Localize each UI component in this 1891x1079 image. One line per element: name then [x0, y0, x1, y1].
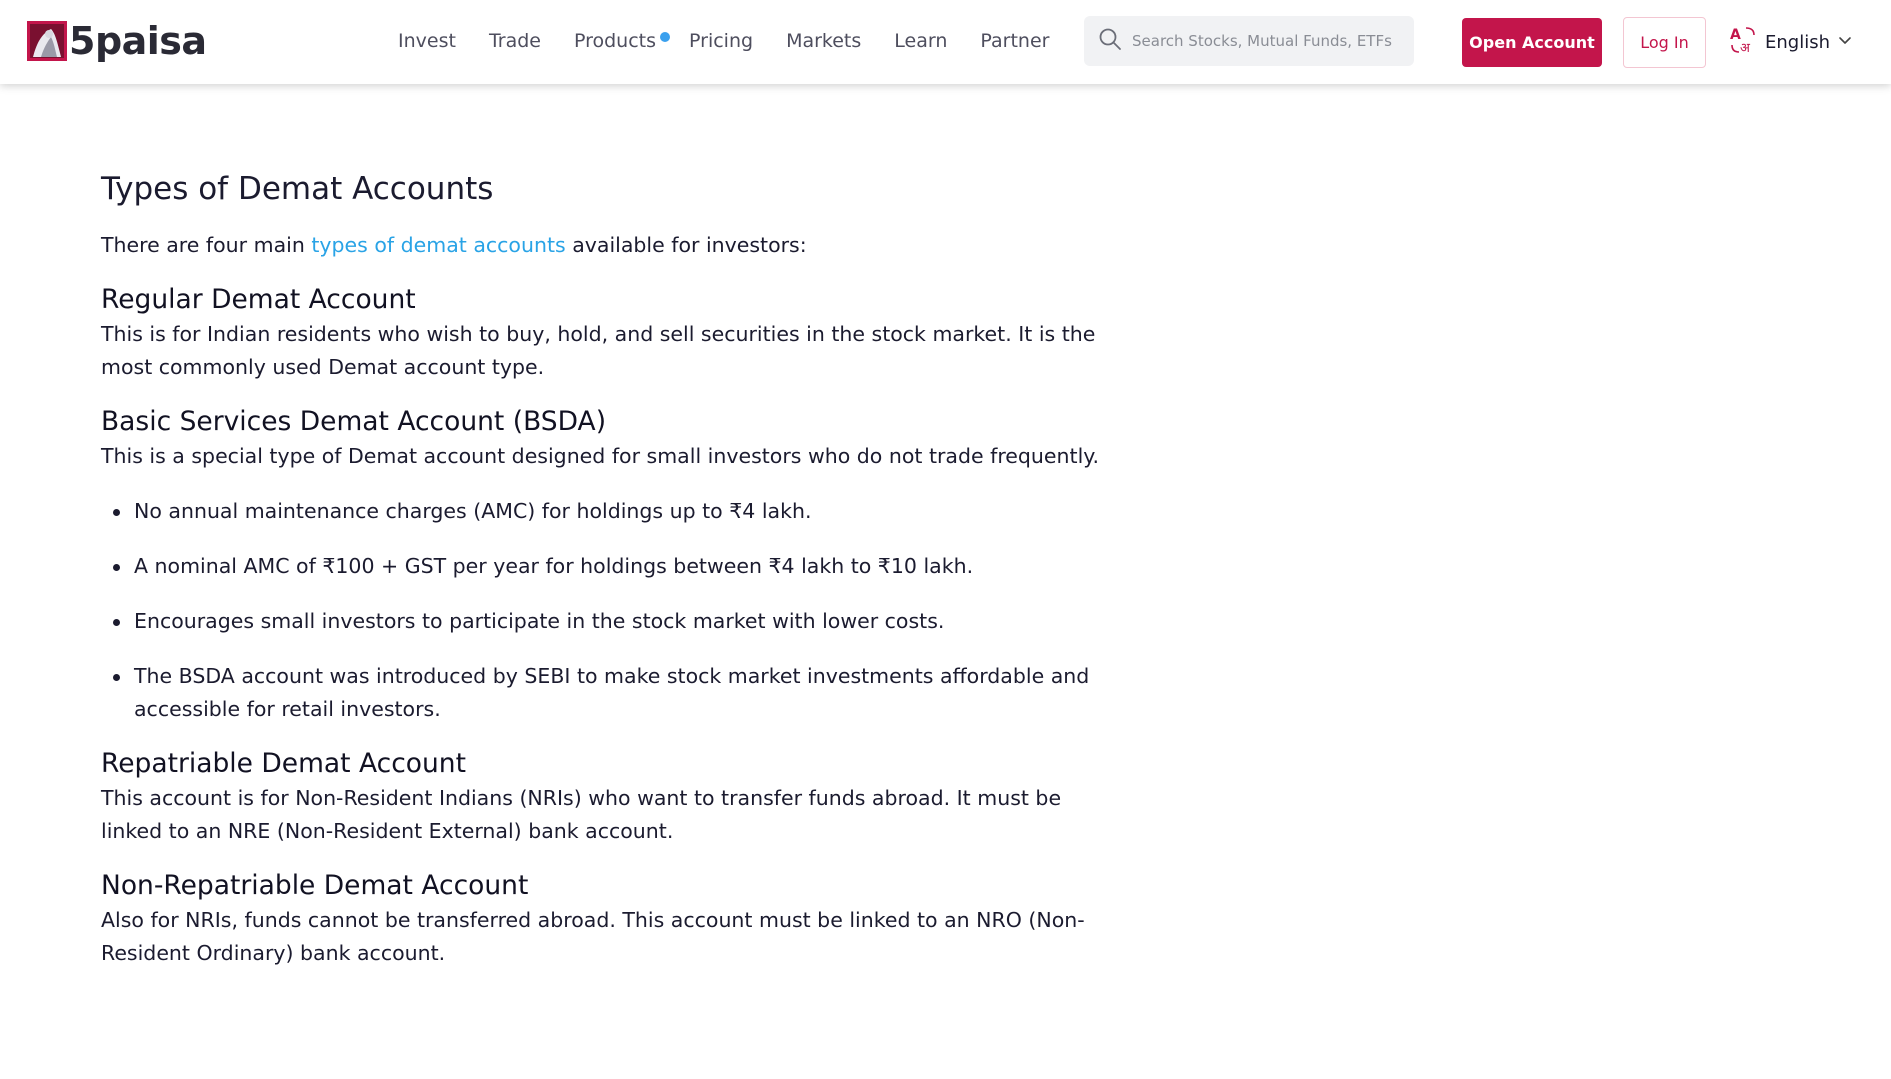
list-item-text: No annual maintenance charges (AMC) for …: [134, 499, 812, 523]
search-input[interactable]: [1132, 32, 1402, 50]
nav-item-pricing[interactable]: Pricing: [689, 30, 753, 52]
types-of-demat-link[interactable]: types of demat accounts: [311, 233, 565, 257]
nav-item-label: Trade: [488, 30, 541, 52]
list-item: No annual maintenance charges (AMC) for …: [101, 495, 1111, 528]
nav-item-partner[interactable]: Partner: [980, 30, 1049, 52]
search-bar[interactable]: [1084, 16, 1414, 66]
nav-item-label: Invest: [398, 30, 456, 52]
intro-paragraph: There are four main types of demat accou…: [101, 229, 1111, 262]
list-item: A nominal AMC of ₹100 + GST per year for…: [101, 550, 1111, 583]
nav-item-trade[interactable]: Trade: [489, 30, 541, 52]
open-account-button[interactable]: Open Account: [1462, 18, 1602, 67]
article-title: Types of Demat Accounts: [101, 171, 494, 207]
nav-item-label: Partner: [980, 30, 1050, 52]
bullet-icon: [113, 564, 120, 571]
logo-text: 5paisa: [69, 19, 207, 63]
new-indicator-dot: [660, 32, 671, 42]
intro-text-after: available for investors:: [565, 233, 807, 257]
section-heading: Repatriable Demat Account: [101, 748, 466, 779]
chevron-down-icon: [1838, 33, 1852, 51]
nav-item-label: Pricing: [689, 30, 754, 52]
nav-item-label: Products: [573, 30, 657, 52]
search-icon: [1098, 27, 1122, 56]
list-item-text: A nominal AMC of ₹100 + GST per year for…: [134, 554, 974, 578]
nav-item-products[interactable]: Products: [573, 30, 671, 52]
section-body: This is a special type of Demat account …: [101, 444, 1099, 468]
bullet-icon: [113, 619, 120, 626]
list-item: Encourages small investors to participat…: [101, 605, 1111, 638]
top-navbar: 5paisa Invest Trade Products Pricing Markets…: [0, 0, 1891, 84]
list-item-text: Encourages small investors to participat…: [134, 609, 945, 633]
language-selector[interactable]: A अ English: [1729, 24, 1852, 60]
account-type-section: Regular Demat Account This is for Indian …: [101, 282, 1111, 384]
account-type-section: Non-Repatriable Demat Account Also for NR…: [101, 868, 1111, 970]
nav-item-label: Learn: [894, 30, 948, 52]
section-heading: Basic Services Demat Account (BSDA): [101, 406, 607, 437]
nav-item-label: Markets: [786, 30, 862, 52]
section-heading: Regular Demat Account: [101, 284, 416, 315]
logo[interactable]: 5paisa: [27, 20, 207, 62]
nav-item-invest[interactable]: Invest: [398, 30, 456, 52]
account-type-section: Repatriable Demat Account This account is…: [101, 746, 1111, 848]
section-body: This account is for Non-Resident Indians…: [101, 786, 1062, 843]
logo-mark-icon: [27, 21, 67, 61]
nav-item-learn[interactable]: Learn: [894, 30, 947, 52]
language-label: English: [1765, 31, 1830, 53]
main-nav: Invest Trade Products Pricing Markets Learn Pa…: [398, 26, 1082, 56]
section-body: This is for Indian residents who wish to…: [101, 322, 1096, 379]
article-content: Types of Demat Accounts There are four m…: [101, 166, 1111, 990]
sections-container: Regular Demat Account This is for Indian …: [101, 282, 1111, 970]
section-body: Also for NRIs, funds cannot be transferr…: [101, 908, 1085, 965]
account-type-section: Basic Services Demat Account (BSDA) This …: [101, 404, 1111, 726]
bsda-features-list: No annual maintenance charges (AMC) for …: [101, 495, 1111, 726]
login-button[interactable]: Log In: [1623, 17, 1706, 68]
list-item: The BSDA account was introduced by SEBI …: [101, 660, 1111, 726]
nav-item-markets[interactable]: Markets: [786, 30, 861, 52]
list-item-text: The BSDA account was introduced by SEBI …: [134, 664, 1090, 721]
bullet-icon: [113, 674, 120, 681]
bullet-icon: [113, 509, 120, 516]
intro-text-before: There are four main: [101, 233, 312, 257]
section-heading: Non-Repatriable Demat Account: [101, 870, 529, 901]
translate-icon: A अ: [1729, 25, 1757, 60]
svg-text:अ: अ: [1740, 41, 1751, 55]
